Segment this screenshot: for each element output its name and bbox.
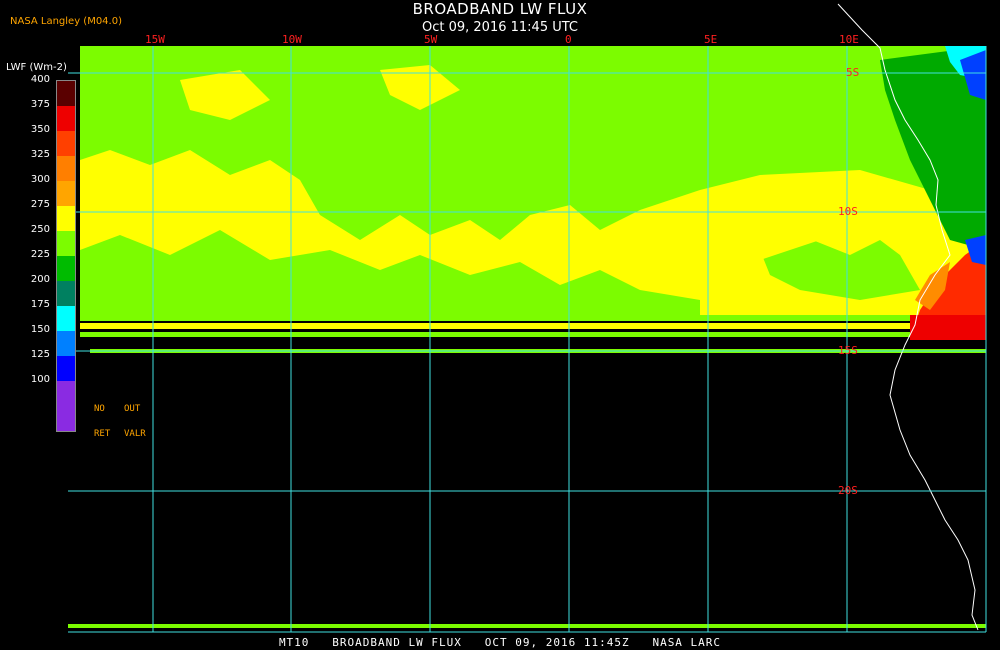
lon-label: 5E xyxy=(704,33,718,46)
colorbar-swatch xyxy=(57,131,75,156)
scale-label: 325 xyxy=(30,149,50,160)
scan-band-1 xyxy=(80,315,986,321)
legend-title: LWF (Wm-2) xyxy=(6,62,67,73)
scale-label: 200 xyxy=(30,274,50,285)
map-title: BROADBAND LW FLUX xyxy=(412,0,588,18)
colorbar-swatch xyxy=(57,231,75,256)
lat-label: 20S xyxy=(838,484,858,497)
colorbar-swatch xyxy=(57,306,75,331)
lat-label: 10S xyxy=(838,205,858,218)
legend-valr: VALR xyxy=(124,429,146,439)
scan-band-red xyxy=(910,315,986,340)
scan-band-bottom xyxy=(68,624,986,628)
legend-out: OUT xyxy=(124,404,141,414)
scale-label: 100 xyxy=(30,374,50,385)
lon-label: 10E xyxy=(839,33,859,46)
lat-label: 15S xyxy=(838,344,858,357)
scale-label: 175 xyxy=(30,299,50,310)
colorbar-swatch xyxy=(57,156,75,181)
scale-label: 225 xyxy=(30,249,50,260)
scale-label: 125 xyxy=(30,349,50,360)
colorbar-swatch xyxy=(57,331,75,356)
lon-label: 15W xyxy=(145,33,165,46)
lon-label: 10W xyxy=(282,33,302,46)
colorbar-swatch xyxy=(57,356,75,381)
scan-band-3 xyxy=(80,332,986,337)
colorbar-swatch xyxy=(57,206,75,231)
scale-label: 350 xyxy=(30,124,50,135)
lon-label: 0 xyxy=(565,33,572,46)
scan-gap-1 xyxy=(80,321,986,323)
colorbar-swatch xyxy=(57,381,75,406)
colorbar-swatch xyxy=(57,106,75,131)
footer-caption: MT10 BROADBAND LW FLUX OCT 09, 2016 11:4… xyxy=(278,636,722,649)
scale-label: 250 xyxy=(30,224,50,235)
flux-map xyxy=(68,3,987,633)
scale-label: 375 xyxy=(30,99,50,110)
legend-no: NO xyxy=(94,404,105,414)
scale-label: 150 xyxy=(30,324,50,335)
colorbar-swatch xyxy=(57,181,75,206)
data-source: NASA Langley (M04.0) xyxy=(10,16,122,27)
scan-band-2 xyxy=(80,323,986,329)
colorbar-swatch xyxy=(57,81,75,106)
colorbar-swatch xyxy=(57,281,75,306)
scan-gap-2 xyxy=(80,329,986,332)
colorbar-swatch xyxy=(57,256,75,281)
scale-label: 400 xyxy=(30,74,50,85)
lat-label: 5S xyxy=(846,66,860,79)
colorbar xyxy=(56,80,76,432)
scale-label: 275 xyxy=(30,199,50,210)
colorbar-swatch xyxy=(57,406,75,431)
lon-label: 5W xyxy=(424,33,438,46)
legend-ret: RET xyxy=(94,429,111,439)
scale-label: 300 xyxy=(30,174,50,185)
